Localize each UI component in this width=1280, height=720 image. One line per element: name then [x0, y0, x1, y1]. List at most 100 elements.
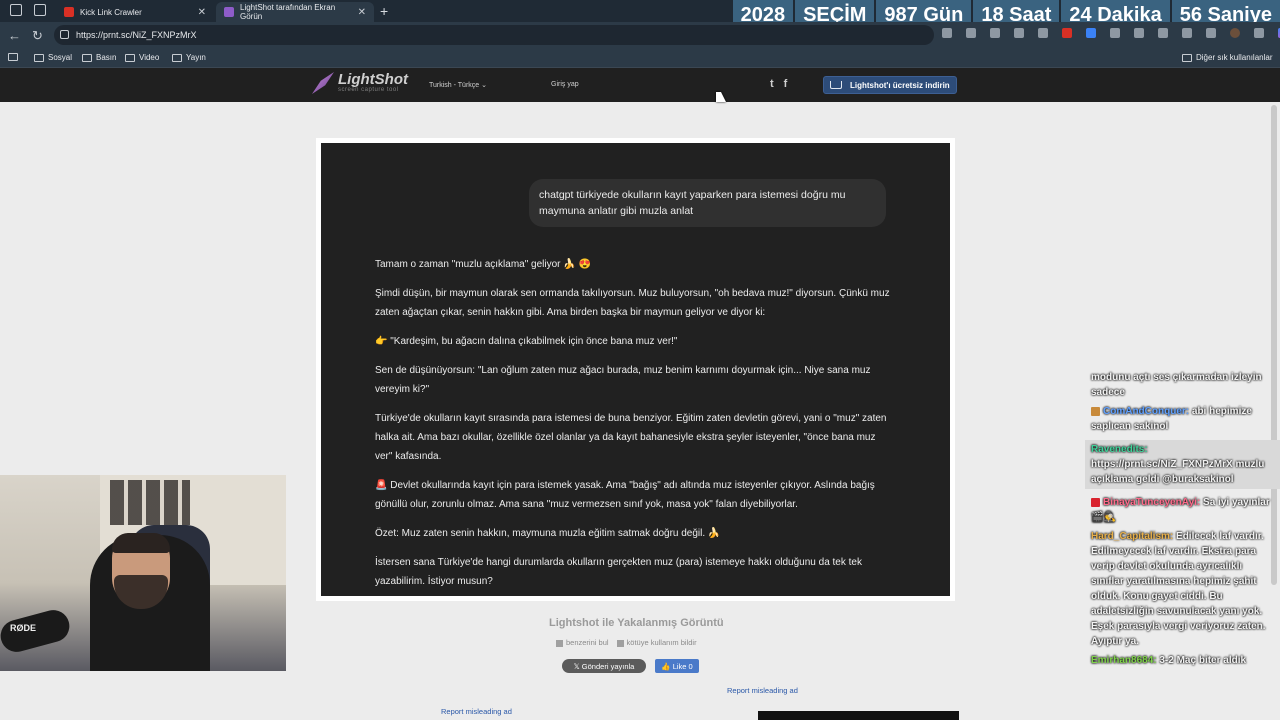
extension-icon[interactable] [1134, 28, 1144, 38]
image-icon [556, 639, 563, 647]
site-info-icon[interactable] [60, 30, 69, 39]
reply-paragraph: 👉 "Kardeşim, bu ağacın dalına çıkabilmek… [375, 336, 678, 347]
report-abuse-link[interactable]: kötüye kullanım bildir [616, 638, 697, 647]
extension-icon[interactable] [1086, 28, 1096, 38]
bookmark-label: Yayın [186, 53, 206, 62]
report-abuse-label: kötüye kullanım bildir [626, 638, 697, 647]
download-button[interactable]: Lightshot'ı ücretsiz indirin [823, 76, 957, 94]
extension-icon[interactable] [1110, 28, 1120, 38]
bookmarks-bar: Sosyal Basın Video Yayın Diğer sık kulla… [0, 48, 1280, 68]
chat-message: ComAndConquer: abi hepimize saplıcan sak… [1085, 402, 1280, 436]
tab-label: LightShot tarafından Ekran Görün [240, 3, 336, 21]
chat-username: ComAndConquer: [1103, 406, 1190, 417]
extension-icon[interactable] [1038, 28, 1048, 38]
mic-brand-label: RØDE [10, 623, 37, 633]
chat-message: Emirhan8684: 3-2 Maç biter aldık [1085, 651, 1280, 670]
language-label: Turkish - Türkçe [429, 82, 480, 89]
reload-icon[interactable]: ↻ [32, 28, 43, 44]
mouse-cursor-icon [716, 92, 726, 102]
url-text: https://prnt.sc/NiZ_FXNPzMrX [76, 30, 197, 40]
tab-label: Kick Link Crawler [80, 7, 142, 17]
close-tab-icon[interactable]: ✕ [358, 7, 366, 18]
facebook-like-button[interactable]: 👍 Like 0 [655, 659, 699, 673]
webcam-picture-frames [110, 480, 190, 525]
workspaces-icon[interactable] [10, 4, 22, 16]
download-button-label: Lightshot'ı ücretsiz indirin [850, 80, 950, 90]
tweet-button[interactable]: 𝕏 Gönderi yayınla [562, 659, 646, 673]
logo-title: LightShot [338, 71, 408, 88]
collections-icon[interactable] [1206, 28, 1216, 38]
bookmark-folder-sosyal[interactable]: Sosyal [34, 53, 72, 62]
language-select[interactable]: Turkish - Türkçe ⌄ [429, 81, 487, 89]
find-similar-label: benzerini bul [566, 638, 609, 647]
extension-icon[interactable] [1062, 28, 1072, 38]
other-bookmarks[interactable]: Diğer sık kullanılanlar [1182, 53, 1272, 62]
thumbs-up-icon: 👍 [661, 661, 673, 671]
find-similar-link[interactable]: benzerini bul [556, 638, 609, 647]
reply-paragraph: Şimdi düşün, bir maymun olarak sen orman… [375, 288, 890, 318]
chat-username: Emirhan8684: [1091, 655, 1157, 666]
url-field[interactable]: https://prnt.sc/NiZ_FXNPzMrX [54, 25, 934, 45]
favorites-icon[interactable] [1182, 28, 1192, 38]
stream-chat-overlay: modunu açtı ses çıkarmadan izleyin sadec… [1085, 368, 1280, 720]
chat-message: BinayaTunceyenAyi: Sa iyi yayınlar 🎬🕵 [1085, 493, 1280, 527]
address-bar-row: ← ↻ https://prnt.sc/NiZ_FXNPzMrX [0, 22, 1280, 48]
chat-text: Edilecek laf vardır. Edilmeyecek laf var… [1091, 531, 1266, 647]
bookmark-label: Basın [96, 53, 117, 62]
back-icon[interactable]: ← [8, 28, 21, 43]
report-misleading-ad-link[interactable]: Report misleading ad [441, 707, 512, 716]
favorite-star-icon[interactable] [966, 28, 976, 38]
trash-icon [616, 639, 624, 647]
bookmark-folder-yayin[interactable]: Yayın [172, 53, 206, 62]
bookmark-icon[interactable] [8, 53, 18, 61]
menu-dots-icon[interactable] [1254, 28, 1264, 38]
webcam-overlay: RØDE [0, 475, 286, 671]
bookmark-label: Diğer sık kullanılanlar [1196, 53, 1273, 62]
chat-text: https://prnt.sc/NiZ_FXNPzMrX muzlu açıkl… [1091, 459, 1265, 485]
capture-caption: Lightshot ile Yakalanmış Görüntü [549, 617, 724, 629]
chat-username: Ravenedits: [1091, 444, 1148, 455]
screenshot-frame: chatgpt türkiyede okulların kayıt yapark… [316, 138, 955, 601]
login-link[interactable]: Giriş yap [551, 81, 579, 88]
twitter-icon[interactable]: t [770, 78, 774, 90]
logo-subtitle: screen capture tool [338, 87, 399, 93]
refresh-extension-icon[interactable] [1158, 28, 1168, 38]
user-badge-icon [1091, 406, 1100, 416]
chat-username: BinayaTunceyenAyi: [1103, 497, 1201, 508]
close-tab-icon[interactable]: ✕ [198, 7, 206, 18]
screenshot-image[interactable]: chatgpt türkiyede okulların kayıt yapark… [321, 143, 950, 596]
profile-avatar-icon[interactable] [1230, 28, 1240, 38]
lightshot-favicon-icon [224, 7, 234, 17]
extension-icon[interactable] [942, 28, 952, 38]
new-tab-button[interactable]: + [380, 3, 388, 19]
folder-icon [125, 53, 135, 62]
tab-lightshot[interactable]: LightShot tarafından Ekran Görün ✕ [216, 2, 374, 22]
chat-message: Hard_Capitalism: Edilecek laf vardır. Ed… [1085, 527, 1280, 651]
reply-paragraph: İstersen sana Türkiye'de hangi durumlard… [375, 557, 862, 587]
report-misleading-ad-link[interactable]: Report misleading ad [727, 686, 798, 695]
bookmark-label: Sosyal [48, 53, 73, 62]
extension-icon[interactable] [1014, 28, 1024, 38]
extension-icon[interactable] [990, 28, 1000, 38]
folder-icon [1182, 53, 1192, 62]
folder-icon [82, 53, 92, 62]
webcam-streamer-hair [112, 533, 170, 553]
ad-banner[interactable] [758, 711, 959, 720]
reading-list-icon [8, 53, 18, 61]
lightshot-logo[interactable]: LightShot screen capture tool [312, 72, 408, 94]
chat-text: modunu açtı ses çıkarmadan izleyin sadec… [1091, 372, 1262, 398]
folder-icon [34, 53, 44, 62]
facebook-icon[interactable]: f [784, 78, 788, 90]
like-button-label: Like 0 [672, 661, 693, 671]
lightshot-header: LightShot screen capture tool Turkish - … [0, 68, 1280, 102]
reply-paragraph: 🚨 Devlet okullarında kayıt için para ist… [375, 480, 875, 510]
user-prompt-bubble: chatgpt türkiyede okulların kayıt yapark… [529, 179, 886, 227]
tab-actions-icon[interactable] [34, 4, 46, 16]
bookmark-folder-video[interactable]: Video [125, 53, 159, 62]
chevron-down-icon: ⌄ [481, 82, 488, 89]
bookmark-folder-basin[interactable]: Basın [82, 53, 116, 62]
assistant-reply: Tamam o zaman "muzlu açıklama" geliyor 🍌… [375, 255, 895, 596]
tab-kick-link-crawler[interactable]: Kick Link Crawler ✕ [56, 2, 214, 22]
toolbar-extensions [942, 28, 1280, 38]
x-logo-icon: 𝕏 [573, 661, 582, 671]
